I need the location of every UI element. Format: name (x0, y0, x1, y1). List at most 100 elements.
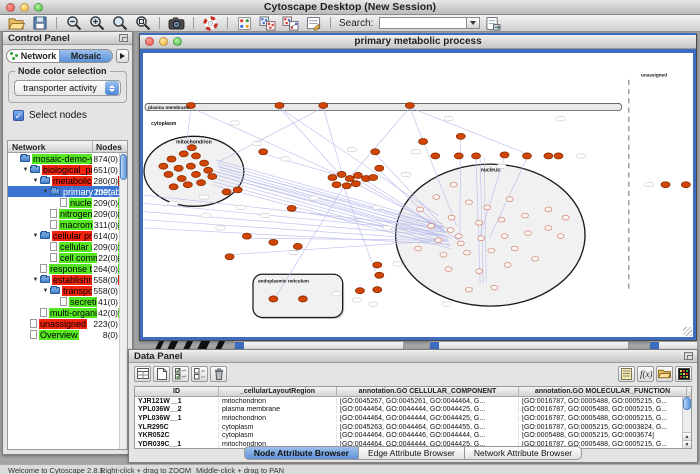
tree-row-unassigned[interactable]: unassigned223(0) (8, 318, 127, 329)
table-row[interactable]: YPL036W__2plasma membrane[GO:0044464, GO… (135, 406, 691, 415)
tree-row-multi-organism-pro[interactable]: multi-organism pro42(0) (8, 307, 127, 318)
tree-header-nodes[interactable]: Nodes (93, 141, 127, 152)
tree-expander-icon[interactable]: ▼ (21, 167, 30, 173)
graphics-details-button[interactable] (234, 16, 255, 31)
float-panel-icon[interactable] (684, 352, 693, 360)
select-nodes-checkbox[interactable]: ✓ (13, 110, 24, 121)
open-session-button[interactable] (6, 16, 27, 31)
function-builder-button[interactable]: f(x) (637, 366, 654, 382)
group-legend: Node color selection (15, 66, 110, 76)
tree-row-transport[interactable]: ▼transport558(0) (8, 285, 127, 296)
column-header[interactable]: ID (135, 387, 219, 396)
tree-row-biological-process[interactable]: ▼biological_process651(0) (8, 164, 127, 175)
tree-expander-icon[interactable]: ▼ (31, 178, 40, 184)
close-button[interactable] (145, 37, 154, 46)
import-attributes-button[interactable] (656, 366, 673, 382)
tree-scroll-thumb[interactable] (120, 154, 127, 180)
tree-row-overview[interactable]: Overview8(0) (8, 329, 127, 340)
zoom-window-button[interactable] (173, 37, 182, 46)
tree-row-count: 209(0) (92, 198, 118, 208)
table-cell: YKR052C (135, 432, 219, 439)
app-title: Cytoscape Desktop (New Session) (0, 1, 700, 13)
tab-edge-attribute-browser[interactable]: Edge Attribute Browser (359, 446, 465, 460)
edit-annotation-button[interactable] (303, 16, 324, 31)
toolbar-separator (227, 17, 228, 29)
table-cell: YLR295C (135, 424, 219, 431)
table-row[interactable]: YJR121W__1mitochondrion[GO:0045267, GO:0… (135, 397, 691, 406)
close-button[interactable] (6, 3, 15, 12)
tree-scrollbar[interactable] (119, 153, 127, 449)
search-combobox[interactable] (379, 17, 480, 29)
tab-node-attribute-browser[interactable]: Node Attribute Browser (244, 446, 359, 460)
save-session-button[interactable] (29, 16, 50, 31)
tab-overflow-button[interactable] (116, 49, 129, 63)
control-panel-title-bar[interactable]: Control Panel (3, 32, 132, 45)
tree-row-cellular-process[interactable]: ▼cellular process614(0) (8, 230, 127, 241)
tree-row-nucleobase-[interactable]: nucleobase-209(0) (8, 197, 127, 208)
zoom-fit-button[interactable] (132, 16, 153, 31)
tab-network-attribute-browser[interactable]: Network Attribute Browser (465, 446, 582, 460)
tree-row-response-to-stimul[interactable]: response to stimul264(0) (8, 263, 127, 274)
network-window-title-bar[interactable]: primary metabolic process (140, 35, 696, 49)
network-canvas[interactable]: plasma membranecytoplasmmitochondrionnuc… (143, 53, 693, 337)
tree-row-secretion[interactable]: secretion41(0) (8, 296, 127, 307)
resize-grip-icon[interactable] (683, 327, 692, 336)
column-header[interactable]: _cellularLayoutRegion (219, 387, 337, 396)
network-tree-rows: mosaic-demo-yeast874(0)▼biological_proce… (8, 153, 127, 340)
table-row[interactable]: YPL036W__1mitochondrion[GO:0044464, GO:0… (135, 414, 691, 423)
zoom-out-button[interactable] (63, 16, 84, 31)
column-header[interactable]: annotation.GO CELLULAR_COMPONENT (337, 387, 519, 396)
zoom-window-button[interactable] (34, 3, 43, 12)
help-button[interactable] (200, 16, 221, 31)
column-header[interactable]: annotation.GO MOLECULAR_FUNCTION (519, 387, 687, 396)
tree-row-primary-metabo[interactable]: ▼primary metabo209(... (8, 186, 127, 197)
table-vscrollbar[interactable]: ▲ ▼ (682, 397, 691, 448)
tree-expander-icon[interactable]: ▼ (41, 288, 50, 294)
unselect-all-attributes-button[interactable] (191, 366, 208, 382)
compare-networks-button[interactable] (280, 16, 301, 31)
tree-row-metabolic-process[interactable]: ▼metabolic process280(0) (8, 175, 127, 186)
node-color-dropdown[interactable]: transporter activity (14, 80, 121, 96)
tree-row-count: 209(0) (92, 209, 118, 219)
minimize-button[interactable] (159, 37, 168, 46)
tab-network[interactable]: Network (7, 50, 59, 62)
tree-row-establishment-of-lo[interactable]: ▼establishment of lo558(0) (8, 274, 127, 285)
snapshot-button[interactable] (166, 16, 187, 31)
data-panel-title-bar[interactable]: Data Panel (129, 350, 697, 363)
table-cell: [GO:0016787, GO:0005488, GO:0005215, G..… (519, 398, 687, 405)
minimize-button[interactable] (20, 3, 29, 12)
tree-row-macromolecule[interactable]: macromolecule311(0) (8, 219, 127, 230)
tab-mosaic[interactable]: Mosaic (59, 50, 112, 62)
new-attribute-button[interactable] (153, 366, 170, 382)
tree-row-cell-communicat[interactable]: cell communicat22(0) (8, 252, 127, 263)
tree-row-cellular-metabo[interactable]: cellular metabo209(0) (8, 241, 127, 252)
zoom-in-button[interactable] (86, 16, 107, 31)
scroll-up-arrow-icon[interactable]: ▲ (683, 432, 691, 440)
heatmap-matrix-button[interactable] (675, 366, 692, 382)
tree-row-count: 651(0) (92, 165, 118, 175)
main-toolbar: Search: (0, 15, 700, 32)
attribute-select-button[interactable] (134, 366, 151, 382)
merge-networks-button[interactable] (257, 16, 278, 31)
attribute-list-button[interactable] (618, 366, 635, 382)
tree-row-mosaic-demo-yeast[interactable]: mosaic-demo-yeast874(0) (8, 153, 127, 164)
zoom-selected-button[interactable] (109, 16, 130, 31)
tree-row-nitrogen-compo[interactable]: nitrogen compo209(0) (8, 208, 127, 219)
import-table-button[interactable] (482, 16, 503, 31)
tree-expander-icon[interactable]: ▼ (31, 277, 40, 283)
tree-expander-icon[interactable]: ▼ (41, 189, 50, 195)
control-panel-tabs: Network Mosaic (6, 49, 129, 63)
compare-networks-icon (282, 16, 299, 31)
search-input[interactable] (379, 17, 467, 29)
dropdown-stepper-icon (105, 81, 119, 95)
search-dropdown-button[interactable] (467, 17, 480, 29)
delete-attribute-button[interactable] (210, 366, 227, 382)
unselect-all-icon (194, 368, 206, 380)
tree-header-network[interactable]: Network (8, 141, 93, 152)
table-row[interactable]: YLR295Ccytoplasm[GO:0045263, GO:0044464,… (135, 423, 691, 432)
table-scroll-thumb[interactable] (683, 397, 691, 410)
tree-expander-icon[interactable]: ▼ (31, 233, 40, 239)
float-panel-icon[interactable] (119, 34, 128, 42)
table-row[interactable]: YKR052Ccytoplasm[GO:0044464, GO:0044446,… (135, 431, 691, 440)
select-all-attributes-button[interactable] (172, 366, 189, 382)
